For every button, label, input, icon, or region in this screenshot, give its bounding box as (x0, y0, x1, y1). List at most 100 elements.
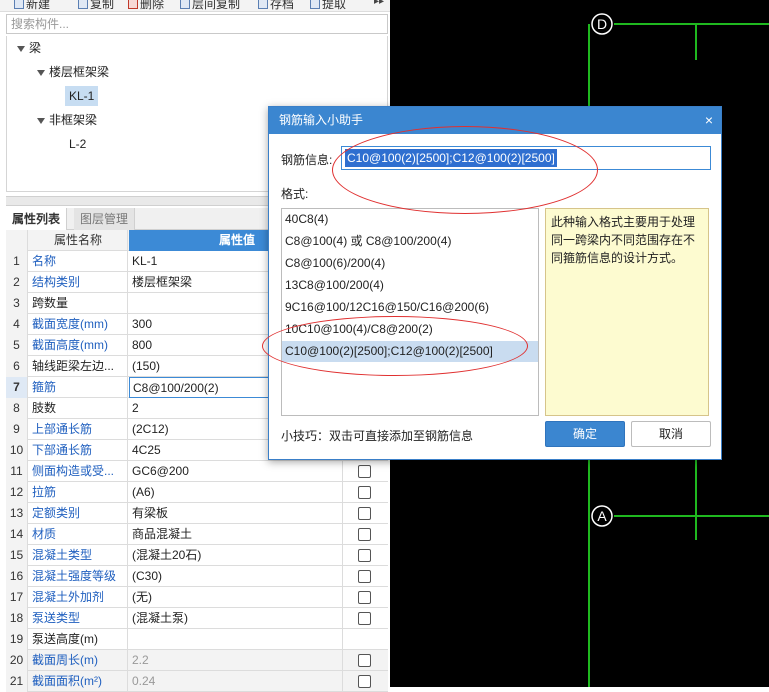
property-value[interactable]: (C30) (129, 566, 343, 587)
row-number: 15 (6, 545, 28, 566)
attach-checkbox[interactable] (358, 507, 371, 520)
row-number: 6 (6, 356, 28, 377)
row-number: 7 (6, 377, 28, 398)
property-value[interactable]: (无) (129, 587, 343, 608)
table-row[interactable]: 21 截面面积(m²) 0.24 (6, 671, 388, 692)
format-item[interactable]: 10C10@100(4)/C8@200(2) (282, 319, 538, 340)
format-item[interactable]: C8@100(6)/200(4) (282, 253, 538, 274)
extract-icon (310, 0, 320, 9)
attach-checkbox[interactable] (358, 528, 371, 541)
rebar-input-dialog: 钢筋输入小助手 × 钢筋信息: C10@100(2)[2500];C12@100… (268, 106, 722, 460)
format-item[interactable]: C8@100(4) 或 C8@100/200(4) (282, 231, 538, 252)
property-name: 混凝土强度等级 (29, 566, 128, 587)
row-number: 19 (6, 629, 28, 650)
property-name: 轴线距梁左边... (29, 356, 128, 377)
new-icon (14, 0, 24, 9)
format-list: 40C8(4) C8@100(4) 或 C8@100/200(4) C8@100… (281, 208, 539, 416)
row-number: 1 (6, 251, 28, 272)
attach-checkbox[interactable] (358, 486, 371, 499)
extract-button[interactable]: 提取 (310, 0, 346, 11)
header-name: 属性名称 (29, 230, 128, 251)
property-name: 下部通长筋 (29, 440, 128, 461)
property-name: 混凝土外加剂 (29, 587, 128, 608)
row-number: 14 (6, 524, 28, 545)
floor-copy-button[interactable]: 层间复制 (180, 0, 240, 11)
table-row[interactable]: 18 泵送类型 (混凝土泵) (6, 608, 388, 629)
property-name: 箍筋 (29, 377, 128, 398)
save-button[interactable]: 存档 (258, 0, 295, 11)
component-toolbar: 新建 复制 删除 层间复制 存档 提取 ▸▸ (0, 0, 390, 12)
table-row[interactable]: 15 混凝土类型 (混凝土20石) (6, 545, 388, 566)
format-item[interactable]: 40C8(4) (282, 209, 538, 230)
copy-icon (78, 0, 88, 9)
property-name: 截面面积(m²) (29, 671, 128, 692)
format-note: 此种输入格式主要用于处理同一跨梁内不同范围存在不同箍筋信息的设计方式。 (545, 208, 709, 416)
tab-properties[interactable]: 属性列表 (6, 208, 68, 230)
table-row[interactable]: 17 混凝土外加剂 (无) (6, 587, 388, 608)
expand-icon[interactable] (37, 118, 45, 124)
tree-item-l-2[interactable]: L-2 (69, 134, 86, 154)
dialog-title: 钢筋输入小助手 (279, 113, 364, 127)
property-value[interactable]: 2.2 (129, 650, 343, 671)
property-name: 侧面构造或受... (29, 461, 128, 482)
property-check-cell (344, 650, 388, 671)
table-row[interactable]: 13 定额类别 有梁板 (6, 503, 388, 524)
row-number: 18 (6, 608, 28, 629)
table-row[interactable]: 20 截面周长(m) 2.2 (6, 650, 388, 671)
table-row[interactable]: 16 混凝土强度等级 (C30) (6, 566, 388, 587)
tab-layers[interactable]: 图层管理 (74, 208, 136, 230)
row-number: 9 (6, 419, 28, 440)
rebar-info-label: 钢筋信息: (281, 153, 333, 167)
property-value[interactable]: 商品混凝土 (129, 524, 343, 545)
search-input[interactable] (7, 15, 387, 33)
expand-icon[interactable] (37, 70, 45, 76)
copy-button[interactable]: 复制 (78, 0, 115, 11)
close-icon[interactable]: × (705, 107, 713, 134)
property-name: 截面周长(m) (29, 650, 128, 671)
new-button[interactable]: 新建 (14, 0, 50, 11)
format-item-selected[interactable]: C10@100(2)[2500];C12@100(2)[2500] (282, 341, 538, 362)
attach-checkbox[interactable] (358, 570, 371, 583)
copy-label: 复制 (90, 0, 115, 11)
attach-checkbox[interactable] (358, 675, 371, 688)
expand-icon[interactable] (17, 46, 25, 52)
attach-checkbox[interactable] (358, 591, 371, 604)
tree-group-frame-beam[interactable]: 楼层框架梁 (49, 62, 109, 82)
attach-checkbox[interactable] (358, 465, 371, 478)
property-check-cell (344, 608, 388, 629)
property-name: 结构类别 (29, 272, 128, 293)
attach-checkbox[interactable] (358, 549, 371, 562)
property-value[interactable]: 0.24 (129, 671, 343, 692)
property-value[interactable] (129, 629, 343, 650)
delete-button[interactable]: 删除 (128, 0, 164, 11)
property-value[interactable]: (混凝土20石) (129, 545, 343, 566)
rebar-info-input[interactable]: C10@100(2)[2500];C12@100(2)[2500] (341, 146, 711, 170)
property-value[interactable]: 有梁板 (129, 503, 343, 524)
property-value[interactable]: (混凝土泵) (129, 608, 343, 629)
property-value[interactable]: GC6@200 (129, 461, 343, 482)
tree-item-kl-1[interactable]: KL-1 (65, 86, 99, 106)
ok-button[interactable]: 确定 (545, 421, 625, 447)
attach-checkbox[interactable] (358, 654, 371, 667)
attach-checkbox[interactable] (358, 612, 371, 625)
table-row[interactable]: 11 侧面构造或受... GC6@200 (6, 461, 388, 482)
property-value[interactable]: (A6) (129, 482, 343, 503)
more-icon[interactable]: ▸▸ (374, 0, 384, 7)
property-name: 拉筋 (29, 482, 128, 503)
tree-group-non-frame-beam[interactable]: 非框架梁 (49, 110, 97, 130)
table-row[interactable]: 12 拉筋 (A6) (6, 482, 388, 503)
axis-label-d: D (597, 16, 607, 32)
cancel-button[interactable]: 取消 (631, 421, 711, 447)
table-row[interactable]: 19 泵送高度(m) (6, 629, 388, 650)
property-name: 截面高度(mm) (29, 335, 128, 356)
tree-root[interactable]: 梁 (29, 38, 41, 58)
table-row[interactable]: 14 材质 商品混凝土 (6, 524, 388, 545)
property-name: 定额类别 (29, 503, 128, 524)
format-item[interactable]: 9C16@100/12C16@150/C16@200(6) (282, 297, 538, 318)
format-item[interactable]: 13C8@100/200(4) (282, 275, 538, 296)
save-icon (258, 0, 268, 9)
save-label: 存档 (270, 0, 295, 11)
property-check-cell (344, 629, 388, 650)
row-number: 2 (6, 272, 28, 293)
row-number: 20 (6, 650, 28, 671)
